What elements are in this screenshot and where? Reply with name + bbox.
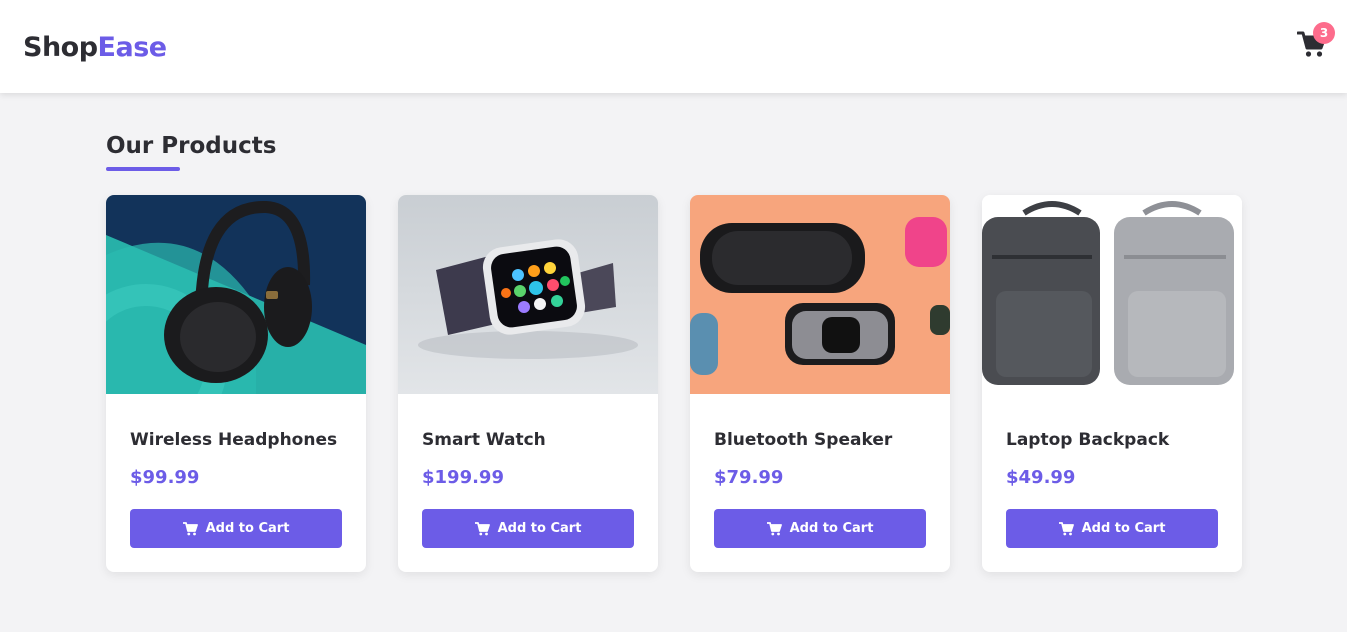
- product-card: Smart Watch $199.99 Add to Cart: [398, 195, 658, 572]
- product-card: Laptop Backpack $49.99 Add to Cart: [982, 195, 1242, 572]
- product-price: $79.99: [714, 467, 784, 488]
- add-to-cart-label: Add to Cart: [789, 521, 874, 536]
- brand-name-part1: Shop: [23, 32, 98, 63]
- cart-count-badge: 3: [1313, 22, 1335, 44]
- smartwatch-image[interactable]: [398, 195, 658, 394]
- add-to-cart-label: Add to Cart: [497, 521, 582, 536]
- product-name: Laptop Backpack: [1006, 430, 1170, 450]
- product-name: Wireless Headphones: [130, 430, 338, 450]
- brand-logo[interactable]: ShopEase: [23, 31, 167, 65]
- add-to-cart-button[interactable]: Add to Cart: [422, 509, 634, 548]
- backpack-image[interactable]: [982, 195, 1242, 394]
- add-to-cart-label: Add to Cart: [205, 521, 290, 536]
- product-card: Bluetooth Speaker $79.99 Add to Cart: [690, 195, 950, 572]
- product-price: $99.99: [130, 467, 200, 488]
- add-to-cart-label: Add to Cart: [1081, 521, 1166, 536]
- product-name: Bluetooth Speaker: [714, 430, 893, 450]
- add-to-cart-button[interactable]: Add to Cart: [1006, 509, 1218, 548]
- cart-icon: [766, 521, 782, 535]
- add-to-cart-button[interactable]: Add to Cart: [714, 509, 926, 548]
- cart-icon: [182, 521, 198, 535]
- cart-icon: [1058, 521, 1074, 535]
- site-header: ShopEase 3: [0, 0, 1347, 93]
- section-title: Our Products: [106, 133, 277, 159]
- speaker-image[interactable]: [690, 195, 950, 394]
- cart-icon: [474, 521, 490, 535]
- product-price: $199.99: [422, 467, 504, 488]
- title-underline: [106, 167, 180, 171]
- product-card: Wireless Headphones $99.99 Add to Cart: [106, 195, 366, 572]
- product-name: Smart Watch: [422, 430, 546, 450]
- product-price: $49.99: [1006, 467, 1076, 488]
- headphones-image[interactable]: [106, 195, 366, 394]
- add-to-cart-button[interactable]: Add to Cart: [130, 509, 342, 548]
- brand-name-part2: Ease: [97, 32, 168, 63]
